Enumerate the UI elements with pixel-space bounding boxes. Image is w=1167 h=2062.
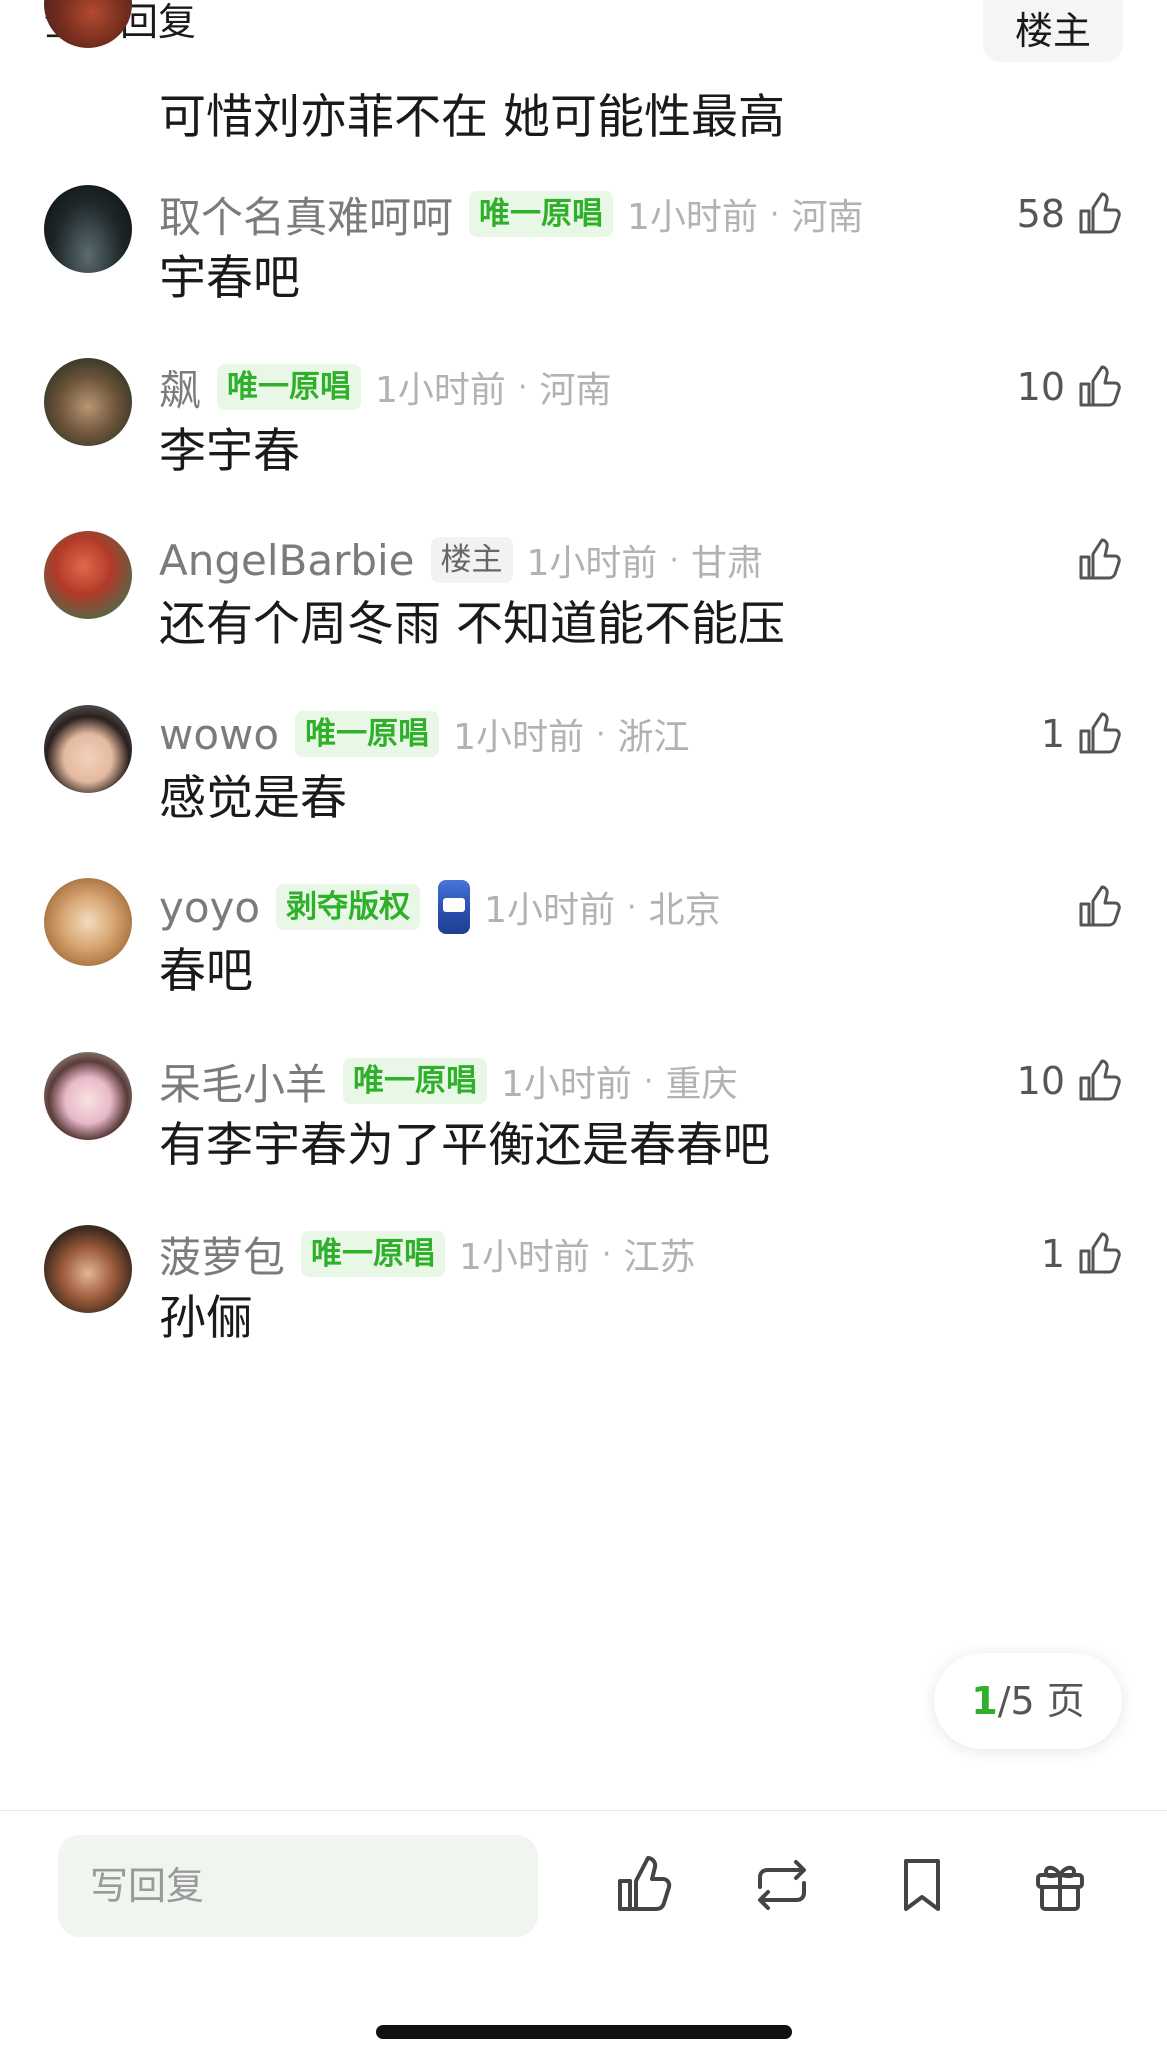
avatar[interactable] xyxy=(44,1052,132,1140)
comment-item: AngelBarbie 楼主 1小时前 · 甘肃 还有个周冬雨 不知道能不能压 xyxy=(0,531,1167,731)
separator-dot: · xyxy=(627,889,637,925)
user-badge: 唯一原唱 xyxy=(469,191,614,237)
comment-meta: 呆毛小羊 唯一原唱 1小时前 · 重庆 xyxy=(159,1052,737,1110)
separator-dot: · xyxy=(601,1236,612,1272)
like-button[interactable]: 10 xyxy=(1017,362,1123,412)
comment-region: 甘肃 xyxy=(690,543,763,584)
comment-meta: 取个名真难呵呵 唯一原唱 1小时前 · 河南 xyxy=(159,185,863,243)
comment-region: 北京 xyxy=(648,890,721,931)
like-button[interactable]: 1 xyxy=(1041,1229,1123,1279)
comment-region: 江苏 xyxy=(623,1237,696,1278)
user-badge: 唯一原唱 xyxy=(295,711,440,757)
like-count: 1 xyxy=(1040,1232,1065,1276)
thumbs-up-icon xyxy=(1079,365,1121,407)
user-badge: 剥夺版权 xyxy=(276,884,421,930)
comment-meta: wowo 唯一原唱 1小时前 · 浙江 xyxy=(159,705,690,763)
like-button[interactable]: 1 xyxy=(1041,709,1123,759)
separator-dot: · xyxy=(669,542,679,578)
comment-meta: yoyo 剥夺版权 1小时前 · 北京 xyxy=(159,878,721,936)
like-button[interactable]: 10 xyxy=(1017,1056,1123,1106)
thumbs-up-icon xyxy=(1079,1059,1121,1101)
comment-content: 感觉是春 xyxy=(159,771,347,826)
comment-time: 1小时前 xyxy=(453,717,584,758)
total-pages: /5 页 xyxy=(997,1679,1085,1723)
username[interactable]: 菠萝包 xyxy=(159,1224,285,1285)
reply-input[interactable]: 写回复 xyxy=(58,1835,538,1937)
comment-item: 取个名真难呵呵 唯一原唱 1小时前 · 河南 宇春吧 58 xyxy=(0,185,1167,385)
header: 全部回复 楼主 xyxy=(0,0,1167,70)
comment-content: 孙俪 xyxy=(159,1291,253,1346)
user-badge: 唯一原唱 xyxy=(343,1058,488,1104)
avatar[interactable] xyxy=(44,185,132,273)
can-sticker-icon xyxy=(438,880,471,934)
username[interactable]: 飙 xyxy=(159,357,201,418)
comment-content: 春吧 xyxy=(159,944,253,999)
comment-meta: 飙 唯一原唱 1小时前 · 河南 xyxy=(159,358,611,416)
username[interactable]: yoyo xyxy=(159,883,260,932)
thumbs-up-icon xyxy=(1079,885,1121,927)
separator-dot: · xyxy=(769,196,780,232)
avatar[interactable] xyxy=(44,705,132,793)
bottom-action-bar: 写回复 xyxy=(0,1810,1167,2062)
comment-content: 李宇春 xyxy=(159,424,300,479)
comment-meta: AngelBarbie 楼主 1小时前 · 甘肃 xyxy=(159,531,763,589)
separator-dot: · xyxy=(643,1063,654,1099)
like-button[interactable] xyxy=(1065,535,1123,585)
like-count: 10 xyxy=(1016,1059,1065,1103)
current-page: 1 xyxy=(971,1679,998,1723)
comment-time: 1小时前 xyxy=(459,1237,590,1278)
thumbs-up-icon xyxy=(1079,712,1121,754)
avatar[interactable] xyxy=(44,878,132,966)
user-badge: 唯一原唱 xyxy=(217,364,362,410)
comment-item: 呆毛小羊 唯一原唱 1小时前 · 重庆 有李宇春为了平衡还是春春吧 10 xyxy=(0,1052,1167,1252)
comment-content: 有李宇春为了平衡还是春春吧 xyxy=(159,1118,770,1173)
separator-dot: · xyxy=(596,716,606,752)
repost-icon[interactable] xyxy=(750,1853,814,1917)
comment-item: 菠萝包 唯一原唱 1小时前 · 江苏 孙俪 1 xyxy=(0,1225,1167,1425)
separator-dot: · xyxy=(517,369,528,405)
thumbs-up-icon xyxy=(1079,538,1121,580)
username[interactable]: 取个名真难呵呵 xyxy=(159,184,453,245)
thumbs-up-icon xyxy=(1079,1232,1121,1274)
owner-filter-button[interactable]: 楼主 xyxy=(983,0,1123,62)
avatar[interactable] xyxy=(44,531,132,619)
like-count: 58 xyxy=(1016,192,1065,236)
like-button[interactable]: 58 xyxy=(1017,189,1123,239)
comment-time: 1小时前 xyxy=(375,370,506,411)
comment-time: 1小时前 xyxy=(526,543,658,584)
comment-item: yoyo 剥夺版权 1小时前 · 北京 春吧 xyxy=(0,878,1167,1078)
comment-region: 河南 xyxy=(791,197,864,238)
comment-meta: 菠萝包 唯一原唱 1小时前 · 江苏 xyxy=(159,1225,695,1283)
comment-time: 1小时前 xyxy=(627,197,758,238)
username[interactable]: AngelBarbie xyxy=(159,536,415,585)
owner-badge: 楼主 xyxy=(430,537,513,583)
username[interactable]: wowo xyxy=(159,710,279,759)
avatar[interactable] xyxy=(44,1225,132,1313)
comment-content: 还有个周冬雨 不知道能不能压 xyxy=(159,597,785,652)
comment-item: 飙 唯一原唱 1小时前 · 河南 李宇春 10 xyxy=(0,358,1167,558)
comment-content: 可惜刘亦菲不在 她可能性最高 xyxy=(159,90,785,145)
page-indicator[interactable]: 1/5 页 xyxy=(934,1653,1122,1749)
user-badge: 唯一原唱 xyxy=(301,1231,446,1277)
bookmark-icon[interactable] xyxy=(890,1853,954,1917)
comment-region: 重庆 xyxy=(665,1064,738,1105)
avatar[interactable] xyxy=(44,358,132,446)
home-indicator xyxy=(376,2025,792,2039)
comment-region: 浙江 xyxy=(617,717,690,758)
thumbs-up-icon xyxy=(1079,192,1121,234)
username[interactable]: 呆毛小羊 xyxy=(159,1051,327,1112)
like-button[interactable] xyxy=(1065,882,1123,932)
like-count: 1 xyxy=(1040,712,1065,756)
comment-content: 宇春吧 xyxy=(159,251,300,306)
comment-time: 1小时前 xyxy=(484,890,616,931)
comment-region: 河南 xyxy=(539,370,612,411)
gift-icon[interactable] xyxy=(1028,1853,1092,1917)
comment-item: wowo 唯一原唱 1小时前 · 浙江 感觉是春 1 xyxy=(0,705,1167,905)
like-count: 10 xyxy=(1016,365,1065,409)
thumbs-up-icon[interactable] xyxy=(612,1853,676,1917)
comment-time: 1小时前 xyxy=(501,1064,632,1105)
